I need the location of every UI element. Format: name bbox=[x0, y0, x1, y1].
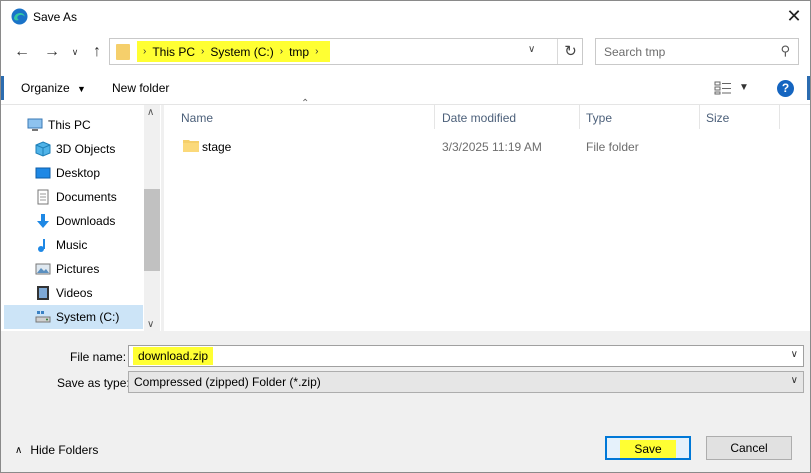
search-box[interactable]: Search tmp ⚲ bbox=[595, 38, 799, 65]
chevron-right-icon: › bbox=[143, 46, 147, 57]
sidebar-scroll-thumb[interactable] bbox=[144, 189, 160, 271]
save-button-label: Save bbox=[620, 440, 676, 458]
computer-icon bbox=[27, 118, 43, 131]
forward-arrow-icon[interactable]: → bbox=[41, 41, 63, 63]
search-icon: ⚲ bbox=[780, 43, 790, 58]
download-icon bbox=[37, 214, 49, 228]
sidebar-item-label: Music bbox=[56, 238, 88, 252]
scroll-up-icon[interactable]: ∧ bbox=[147, 107, 154, 118]
sidebar-item-label: 3D Objects bbox=[56, 142, 116, 156]
folder-icon bbox=[116, 44, 130, 60]
sidebar-item-documents[interactable]: Documents bbox=[35, 186, 117, 208]
sidebar-item-label: This PC bbox=[48, 118, 91, 132]
organize-label: Organize bbox=[21, 81, 70, 95]
column-header-size[interactable]: Size bbox=[706, 111, 729, 125]
refresh-icon[interactable]: ↻ bbox=[557, 39, 583, 64]
chevron-down-icon[interactable]: ∨ bbox=[791, 375, 798, 386]
filename-input[interactable]: download.zip bbox=[133, 347, 214, 365]
chevron-right-icon: › bbox=[201, 46, 205, 57]
new-folder-button[interactable]: New folder bbox=[112, 81, 169, 95]
music-icon bbox=[38, 239, 45, 252]
edge-browser-icon bbox=[11, 8, 28, 25]
breadcrumb-tmp[interactable]: tmp bbox=[289, 45, 309, 59]
sort-ascending-icon: ⌃ bbox=[301, 98, 310, 109]
sidebar-item-videos[interactable]: Videos bbox=[35, 282, 92, 304]
scroll-down-icon[interactable]: ∨ bbox=[147, 319, 154, 330]
chevron-right-icon: › bbox=[315, 46, 319, 57]
file-list bbox=[164, 105, 810, 331]
help-button[interactable]: ? bbox=[777, 80, 794, 97]
filename-field[interactable]: download.zip ∨ bbox=[128, 345, 804, 367]
column-header-name[interactable]: Name bbox=[181, 111, 213, 125]
column-divider bbox=[579, 105, 580, 129]
hide-folders-label: Hide Folders bbox=[30, 443, 99, 457]
savetype-value: Compressed (zipped) Folder (*.zip) bbox=[134, 375, 321, 389]
sidebar-item-downloads[interactable]: Downloads bbox=[35, 210, 115, 232]
sidebar-item-label: Downloads bbox=[56, 214, 116, 228]
sidebar-item-label: Pictures bbox=[56, 262, 100, 276]
save-button[interactable]: Save bbox=[605, 436, 691, 460]
breadcrumb: › This PC › System (C:) › tmp › bbox=[137, 41, 331, 62]
sidebar-item-label: Videos bbox=[56, 286, 93, 300]
column-divider bbox=[699, 105, 700, 129]
view-dropdown-icon[interactable]: ▼ bbox=[739, 82, 749, 93]
video-icon bbox=[37, 286, 49, 300]
file-type: File folder bbox=[586, 140, 639, 154]
sidebar-item-pictures[interactable]: Pictures bbox=[35, 258, 99, 280]
view-options-icon[interactable] bbox=[714, 81, 732, 95]
address-bar[interactable]: › This PC › System (C:) › tmp › ∨ ↻ bbox=[109, 38, 583, 65]
chevron-down-icon[interactable]: ∨ bbox=[791, 349, 798, 360]
up-arrow-icon[interactable]: ↑ bbox=[86, 41, 108, 63]
picture-icon bbox=[35, 263, 51, 275]
sidebar-item-3d-objects[interactable]: 3D Objects bbox=[35, 138, 115, 160]
window-accent-right bbox=[807, 76, 810, 100]
sidebar-item-this-pc[interactable]: This PC bbox=[27, 114, 91, 136]
column-header-type[interactable]: Type bbox=[586, 111, 612, 125]
file-date: 3/3/2025 11:19 AM bbox=[442, 140, 542, 154]
sidebar-item-desktop[interactable]: Desktop bbox=[35, 162, 100, 184]
savetype-select[interactable]: Compressed (zipped) Folder (*.zip) ∨ bbox=[128, 371, 804, 393]
savetype-label: Save as type: bbox=[57, 376, 130, 390]
column-header-date[interactable]: Date modified bbox=[442, 111, 516, 125]
sidebar-item-label: System (C:) bbox=[56, 310, 120, 324]
address-dropdown-icon[interactable]: ∨ bbox=[528, 44, 535, 55]
back-arrow-icon[interactable]: ← bbox=[11, 41, 33, 63]
toolbar: Organize ▼ New folder bbox=[1, 73, 810, 105]
close-button[interactable]: ✕ bbox=[781, 5, 807, 29]
chevron-right-icon: › bbox=[279, 46, 284, 57]
column-divider bbox=[779, 105, 780, 129]
column-divider bbox=[434, 105, 435, 129]
file-name[interactable]: stage bbox=[202, 140, 231, 154]
sidebar-item-label: Documents bbox=[56, 190, 117, 204]
search-input[interactable]: Search tmp bbox=[604, 45, 665, 59]
save-as-dialog: Save As ✕ ← → ∨ ↑ › This PC › System (C:… bbox=[0, 0, 811, 473]
hide-folders-button[interactable]: ∧ Hide Folders bbox=[15, 443, 98, 457]
filename-label: File name: bbox=[70, 350, 127, 364]
sidebar-item-system-c[interactable]: System (C:) bbox=[35, 306, 119, 328]
breadcrumb-system-c[interactable]: System (C:) bbox=[210, 45, 273, 59]
chevron-down-icon[interactable]: ∨ bbox=[64, 41, 86, 63]
window-accent-left bbox=[1, 76, 4, 100]
desktop-icon bbox=[35, 167, 51, 179]
document-icon bbox=[37, 189, 49, 205]
window-title: Save As bbox=[33, 10, 78, 24]
folder-icon bbox=[183, 140, 199, 152]
caret-down-icon: ▼ bbox=[77, 84, 86, 94]
breadcrumb-this-pc[interactable]: This PC bbox=[152, 45, 195, 59]
sidebar-item-label: Desktop bbox=[56, 166, 101, 180]
organize-button[interactable]: Organize ▼ bbox=[21, 81, 86, 95]
cancel-button[interactable]: Cancel bbox=[706, 436, 792, 460]
sidebar-item-music[interactable]: Music bbox=[35, 234, 87, 256]
chevron-up-icon: ∧ bbox=[15, 444, 23, 456]
cube-icon bbox=[35, 141, 51, 157]
title-bar: Save As ✕ bbox=[1, 1, 810, 33]
drive-icon bbox=[35, 311, 51, 323]
